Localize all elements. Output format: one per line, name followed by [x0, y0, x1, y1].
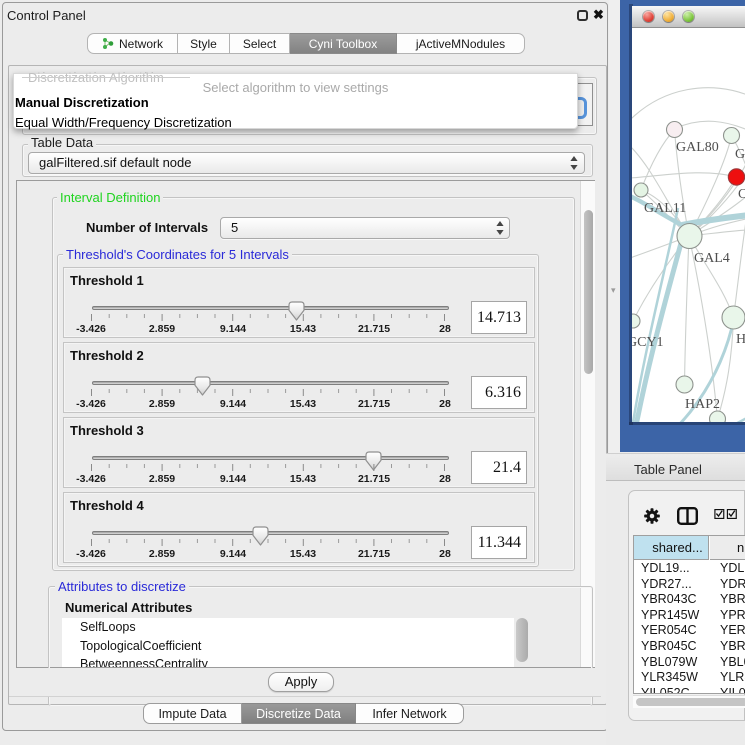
svg-text:HA: HA — [736, 332, 745, 347]
svg-text:GA: GA — [735, 147, 745, 162]
svg-text:HAP2: HAP2 — [685, 397, 720, 412]
svg-text:GCY1: GCY1 — [632, 335, 664, 350]
svg-text:GAL11: GAL11 — [644, 201, 686, 216]
svg-text:GAL80: GAL80 — [676, 140, 719, 155]
svg-text:GAL4: GAL4 — [694, 251, 730, 266]
svg-text:C: C — [738, 187, 745, 202]
